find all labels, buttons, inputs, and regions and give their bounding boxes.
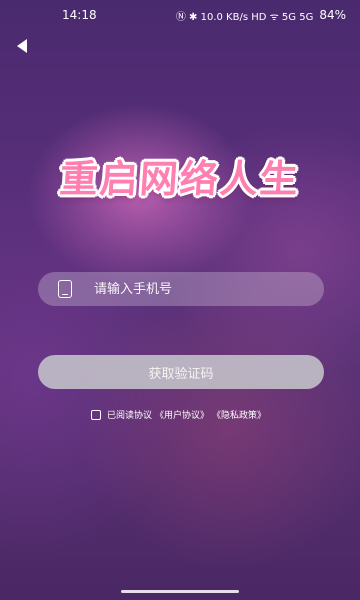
battery-level: 84% xyxy=(319,8,346,22)
status-time: 14:18 xyxy=(62,8,97,22)
phone-input[interactable] xyxy=(94,281,294,297)
status-icons: Ⓝ ✱ 10.0 KB/s HD ᯤ 5G 5G 84% xyxy=(176,8,346,23)
back-arrow-icon xyxy=(17,39,27,53)
home-indicator[interactable] xyxy=(121,590,239,593)
status-bar: 14:18 Ⓝ ✱ 10.0 KB/s HD ᯤ 5G 5G 84% xyxy=(0,0,360,30)
agreement-row: 已阅读协议 《用户协议》 《隐私政策》 xyxy=(0,408,360,421)
user-agreement-link[interactable]: 《用户协议》 xyxy=(155,408,209,421)
get-code-button[interactable]: 获取验证码 xyxy=(38,355,324,389)
phone-icon xyxy=(58,280,72,298)
page-title: 重启网络人生 xyxy=(58,156,302,201)
privacy-policy-link[interactable]: 《隐私政策》 xyxy=(212,408,266,421)
agreement-prefix: 已阅读协议 xyxy=(106,411,152,421)
status-signal-icons: Ⓝ ✱ 10.0 KB/s HD ᯤ 5G 5G xyxy=(175,11,314,23)
phone-input-container[interactable] xyxy=(38,272,324,306)
agreement-checkbox[interactable] xyxy=(90,409,101,420)
back-button[interactable] xyxy=(12,36,32,56)
